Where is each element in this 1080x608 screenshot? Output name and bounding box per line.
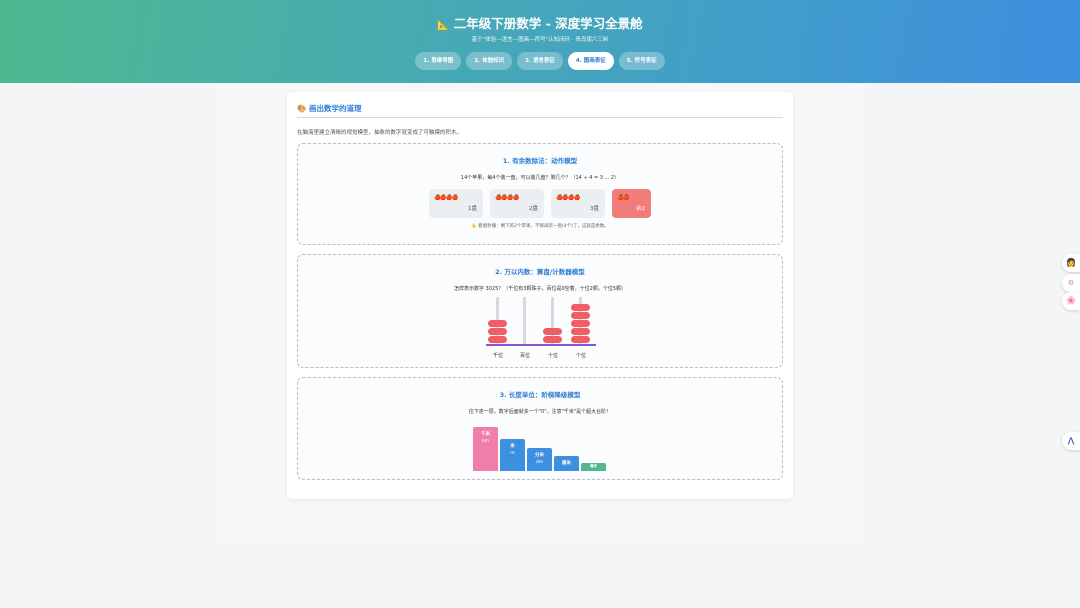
place-value-label: 百位 — [519, 353, 530, 359]
plate-1: 🍎🍎🍎🍎 1盘 — [429, 189, 483, 218]
apple-icons: 🍎🍎🍎🍎 — [495, 195, 519, 201]
unit-step: 米m — [500, 439, 525, 471]
unit-symbol: m — [510, 451, 515, 456]
page-title: 📐 二年级下册数学 - 深度学习全景舱 — [0, 13, 1080, 32]
length-question: 往下走一层，数字后面就多一个"0"。注意"千米"是个超大台阶！ — [468, 409, 612, 415]
unit-name: 千米 — [481, 432, 490, 437]
division-note: 👆 看图秒懂：剩下的2个苹果，不够再装一盘(4个)了，这就是余数。 — [298, 223, 782, 229]
length-title: 3. 长度单位：阶梯降级模型 — [499, 391, 581, 399]
abacus-bead — [488, 336, 507, 343]
section-description: 在脑海里建立清晰的视觉模型，抽象的数字就变成了可触摸的积木。 — [297, 130, 463, 136]
apple-icons: 🍎🍎 — [617, 195, 630, 201]
abacus-bead — [571, 328, 590, 335]
tab-language[interactable]: 3. 语言表征 — [517, 52, 563, 70]
unit-name: 米 — [510, 444, 515, 449]
palette-icon: 🎨 — [297, 104, 307, 113]
ruler-icon: 📐 — [437, 20, 450, 31]
abacus-bead — [543, 328, 562, 335]
tab-bar: 1. 思维导图 2. 体验知识 3. 语言表征 4. 图画表征 5. 符号表征 — [0, 52, 1080, 70]
unit-name: 厘米 — [562, 461, 571, 466]
tab-picture[interactable]: 4. 图画表征 — [567, 52, 614, 70]
unit-step: 分米 dm — [527, 448, 552, 471]
unit-step: 千米 km — [473, 427, 498, 471]
abacus-bead — [571, 336, 590, 343]
length-model-box: 3. 长度单位：阶梯降级模型 往下走一层，数字后面就多一个"0"。注意"千米"是… — [297, 377, 783, 480]
division-note-text: 看图秒懂：剩下的2个苹果，不够再装一盘(4个)了，这就是余数。 — [478, 224, 609, 229]
flower-icon[interactable]: 🌸 — [1062, 292, 1080, 310]
division-title: 1. 有余数除法：动作模型 — [502, 157, 578, 165]
apple-icons: 🍎🍎🍎🍎 — [556, 195, 580, 201]
place-value-label: 个位 — [575, 353, 586, 359]
section-title-text: 画出数学的道理 — [308, 104, 362, 113]
tab-symbol[interactable]: 5. 符号表征 — [618, 52, 665, 70]
abacus-base — [486, 344, 596, 346]
unit-step: 毫米 — [581, 463, 606, 471]
plate-label: 余2 — [636, 206, 645, 212]
page-header: 📐 二年级下册数学 - 深度学习全景舱 基于"体验—语言—图画—符号"认知闭环 ·… — [0, 0, 1080, 83]
app-logo-icon[interactable]: ⋀ — [1062, 432, 1080, 450]
abacus-model-box: 2. 万以内数：算盘/计数器模型 怎样表示数字 3025？（千位有3颗珠子，百位… — [297, 254, 783, 368]
page-title-text: 二年级下册数学 - 深度学习全景舱 — [453, 16, 643, 31]
unit-symbol: dm — [535, 460, 544, 465]
place-value-label: 十位 — [547, 353, 558, 359]
division-model-box: 1. 有余数除法：动作模型 14个苹果，每4个装一盘，可以装几盘？剩几个？（14… — [297, 143, 783, 245]
settings-icon[interactable]: ⚙ — [1062, 274, 1080, 292]
plate-3: 🍎🍎🍎🍎 3盘 — [551, 189, 605, 218]
tab-mind-map[interactable]: 1. 思维导图 — [415, 52, 462, 70]
apple-icons: 🍎🍎🍎🍎 — [434, 195, 458, 201]
unit-symbol: km — [482, 439, 489, 444]
abacus-bead — [571, 312, 590, 319]
plate-2: 🍎🍎🍎🍎 2盘 — [490, 189, 544, 218]
pointing-hand-icon: 👆 — [471, 224, 477, 229]
abacus-question: 怎样表示数字 3025？（千位有3颗珠子，百位是0空着，十位2颗，个位5颗） — [453, 286, 627, 292]
section-divider — [297, 117, 783, 118]
section-title: 🎨 画出数学的道理 — [297, 103, 361, 114]
unit-name: 毫米 — [590, 464, 597, 468]
avatar-icon[interactable]: 👩 — [1062, 254, 1080, 272]
tab-experience[interactable]: 2. 体验知识 — [466, 52, 513, 70]
place-value-label: 千位 — [492, 353, 503, 359]
abacus-bead — [571, 320, 590, 327]
plate-remainder: 🍎🍎 余2 — [612, 189, 651, 218]
abacus-bead — [488, 328, 507, 335]
content-card: 🎨 画出数学的道理 在脑海里建立清晰的视觉模型，抽象的数字就变成了可触摸的积木。… — [287, 92, 793, 499]
plate-label: 1盘 — [468, 206, 477, 212]
abacus-bead — [488, 320, 507, 327]
division-question: 14个苹果，每4个装一盘，可以装几盘？剩几个？（14 ÷ 4 = 3 ... 2… — [460, 175, 620, 181]
plate-label: 3盘 — [590, 206, 599, 212]
plate-label: 2盘 — [529, 206, 538, 212]
abacus-bead — [571, 304, 590, 311]
page-subtitle: 基于"体验—语言—图画—符号"认知闭环 · 青岛版六三制 — [471, 37, 609, 43]
unit-step: 厘米 — [554, 456, 579, 471]
abacus-title: 2. 万以内数：算盘/计数器模型 — [495, 268, 585, 276]
unit-name: 分米 — [535, 453, 544, 458]
abacus-rod — [523, 297, 526, 344]
abacus-bead — [543, 336, 562, 343]
